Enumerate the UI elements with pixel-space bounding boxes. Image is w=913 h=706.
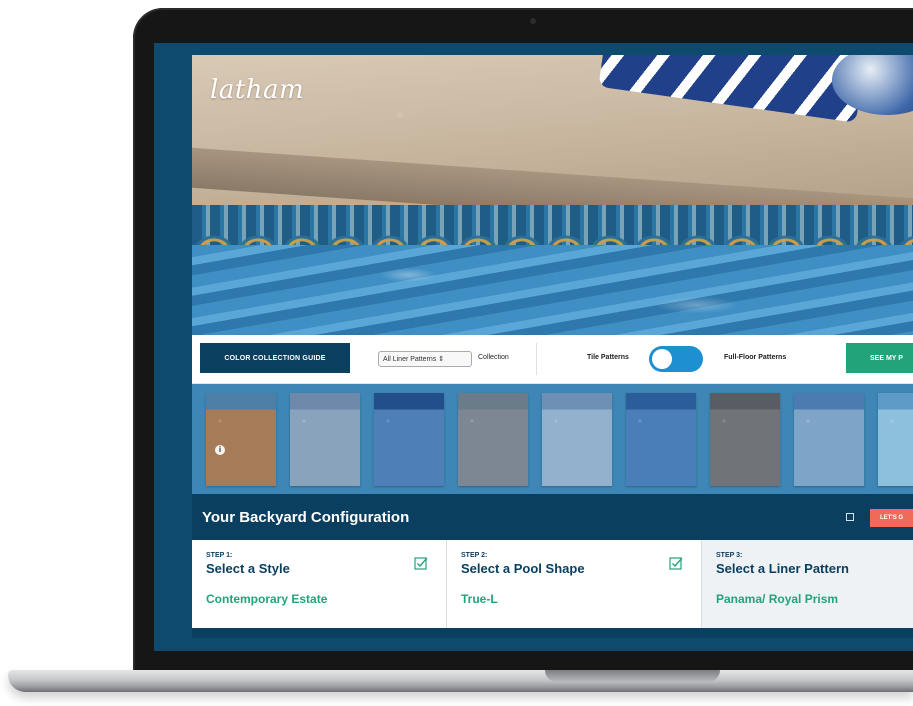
configuration-steps: STEP 1: Select a Style Contemporary Esta… bbox=[192, 540, 913, 628]
tile-mosaic bbox=[192, 215, 913, 249]
configuration-title: Your Backyard Configuration bbox=[202, 509, 410, 526]
liner-swatch[interactable] bbox=[374, 393, 444, 486]
pool-visualizer-app: latham COLOR COLLECTION GUIDE All Liner … bbox=[192, 55, 913, 638]
info-icon[interactable]: i bbox=[215, 445, 225, 455]
configuration-header: Your Backyard Configuration LET'S G bbox=[192, 496, 913, 540]
step-pool-shape[interactable]: STEP 2: Select a Pool Shape True-L bbox=[447, 540, 702, 628]
share-icon[interactable] bbox=[846, 513, 854, 521]
step-number: STEP 2: bbox=[461, 552, 488, 559]
see-my-pool-button[interactable]: SEE MY P bbox=[846, 343, 913, 373]
liner-swatch-row: i bbox=[192, 384, 913, 494]
liner-swatch[interactable] bbox=[458, 393, 528, 486]
liner-swatch[interactable] bbox=[794, 393, 864, 486]
pattern-controls: COLOR COLLECTION GUIDE All Liner Pattern… bbox=[192, 335, 913, 384]
step-style[interactable]: STEP 1: Select a Style Contemporary Esta… bbox=[192, 540, 447, 628]
camera-icon bbox=[530, 18, 536, 24]
step-title: Select a Pool Shape bbox=[461, 561, 585, 576]
step-title: Select a Liner Pattern bbox=[716, 561, 849, 576]
full-floor-patterns-label: Full-Floor Patterns bbox=[724, 354, 787, 361]
laptop-notch bbox=[545, 670, 720, 682]
liner-swatch[interactable] bbox=[878, 393, 913, 486]
step-value: Contemporary Estate bbox=[206, 592, 328, 606]
checkbox-checked-icon bbox=[414, 557, 428, 570]
step-number: STEP 1: bbox=[206, 552, 233, 559]
brand-logo: latham bbox=[210, 75, 305, 105]
pool-preview-image: latham bbox=[192, 55, 913, 335]
liner-swatch[interactable]: i bbox=[206, 393, 276, 486]
pool-water bbox=[192, 245, 913, 335]
checkbox-checked-icon bbox=[669, 557, 683, 570]
liner-swatch[interactable] bbox=[290, 393, 360, 486]
liner-swatch[interactable] bbox=[710, 393, 780, 486]
laptop-screen: latham COLOR COLLECTION GUIDE All Liner … bbox=[154, 43, 913, 651]
color-collection-guide-button[interactable]: COLOR COLLECTION GUIDE bbox=[200, 343, 350, 373]
step-value: Panama/ Royal Prism bbox=[716, 592, 839, 606]
tile-patterns-label: Tile Patterns bbox=[587, 354, 629, 361]
toggle-knob bbox=[652, 349, 672, 369]
laptop-base bbox=[8, 670, 913, 692]
lets-go-button[interactable]: LET'S G bbox=[870, 509, 913, 527]
step-value: True-L bbox=[461, 592, 498, 606]
divider bbox=[536, 343, 537, 375]
step-title: Select a Style bbox=[206, 561, 290, 576]
step-number: STEP 3: bbox=[716, 552, 743, 559]
step-liner-pattern[interactable]: STEP 3: Select a Liner Pattern Panama/ R… bbox=[702, 540, 913, 628]
liner-swatch[interactable] bbox=[626, 393, 696, 486]
liner-pattern-select[interactable]: All Liner Patterns ⇕ bbox=[378, 351, 472, 367]
collection-label: Collection bbox=[478, 354, 509, 361]
pattern-type-toggle[interactable] bbox=[649, 346, 703, 372]
liner-swatch[interactable] bbox=[542, 393, 612, 486]
